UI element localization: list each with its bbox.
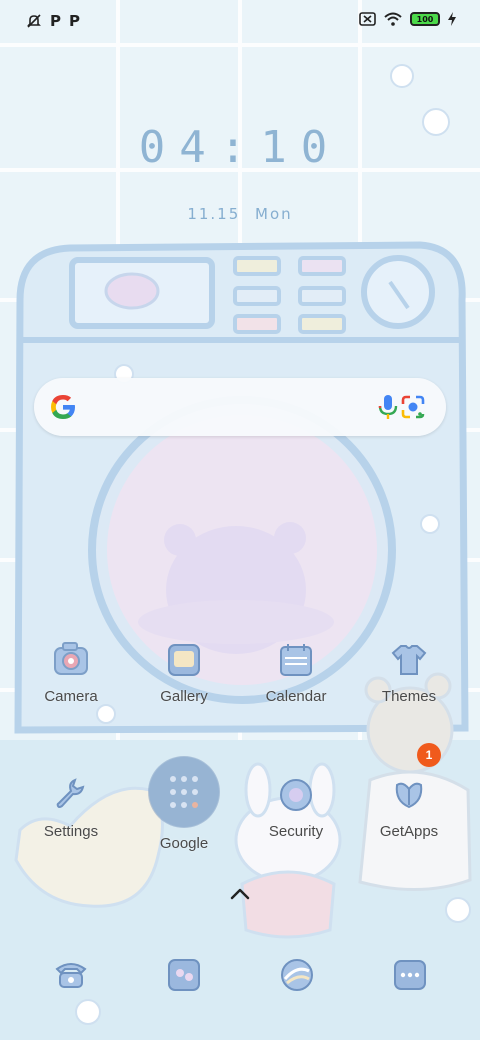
app-gallery[interactable]: Gallery: [128, 640, 240, 705]
app-label: Camera: [44, 688, 98, 705]
status-left-icons: P P: [26, 12, 80, 30]
p-app-icon: P: [69, 12, 80, 30]
app-label: Calendar: [265, 688, 327, 705]
battery-icon: 100: [410, 12, 440, 26]
google-lens-icon[interactable]: [400, 394, 426, 420]
status-right-icons: 100: [359, 12, 456, 26]
date-widget[interactable]: 11.15 Mon: [0, 205, 480, 223]
folder-icon: [149, 757, 219, 827]
app-label: Google: [159, 835, 209, 852]
notification-badge: 1: [417, 743, 441, 767]
app-camera[interactable]: Camera: [15, 640, 127, 705]
chevron-up-icon[interactable]: [228, 886, 252, 902]
app-settings[interactable]: Settings: [15, 775, 127, 840]
calendar-icon: [280, 644, 312, 676]
app-calendar[interactable]: Calendar: [240, 640, 352, 705]
battery-level: 100: [416, 14, 434, 24]
p-app-icon: P: [50, 12, 61, 30]
microphone-icon[interactable]: [376, 393, 400, 421]
app-label: GetApps: [379, 823, 439, 840]
phone-icon[interactable]: [51, 955, 91, 995]
wrench-icon: [56, 778, 85, 808]
camera-icon: [54, 642, 88, 675]
weekday-text: Mon: [255, 205, 293, 223]
app-getapps[interactable]: 1 GetApps: [353, 743, 465, 840]
messages-icon[interactable]: [164, 955, 204, 995]
folder-mini-icons: [170, 776, 198, 808]
charging-icon: [448, 12, 456, 26]
google-logo-icon[interactable]: [48, 392, 78, 422]
wifi-icon: [384, 12, 402, 26]
tulip-icon: [395, 782, 423, 809]
shirt-icon: [391, 645, 427, 675]
app-google-folder[interactable]: Google: [128, 757, 240, 852]
no-sim-icon: [359, 12, 376, 26]
app-themes[interactable]: Themes: [353, 640, 465, 705]
date-text: 11.15: [187, 205, 241, 223]
app-label: Security: [268, 823, 324, 840]
app-label: Themes: [381, 688, 437, 705]
app-label: Settings: [43, 823, 99, 840]
app-label: Gallery: [160, 688, 208, 705]
status-bar: P P 100: [0, 0, 480, 44]
notification-muted-icon: [27, 14, 41, 28]
more-apps-icon[interactable]: [390, 955, 430, 995]
security-icon: [280, 779, 312, 811]
app-security[interactable]: Security: [240, 775, 352, 840]
gallery-icon: [168, 644, 200, 676]
clock-widget[interactable]: 04:10: [0, 122, 480, 173]
google-search-bar[interactable]: [34, 378, 446, 436]
browser-icon[interactable]: [277, 955, 317, 995]
